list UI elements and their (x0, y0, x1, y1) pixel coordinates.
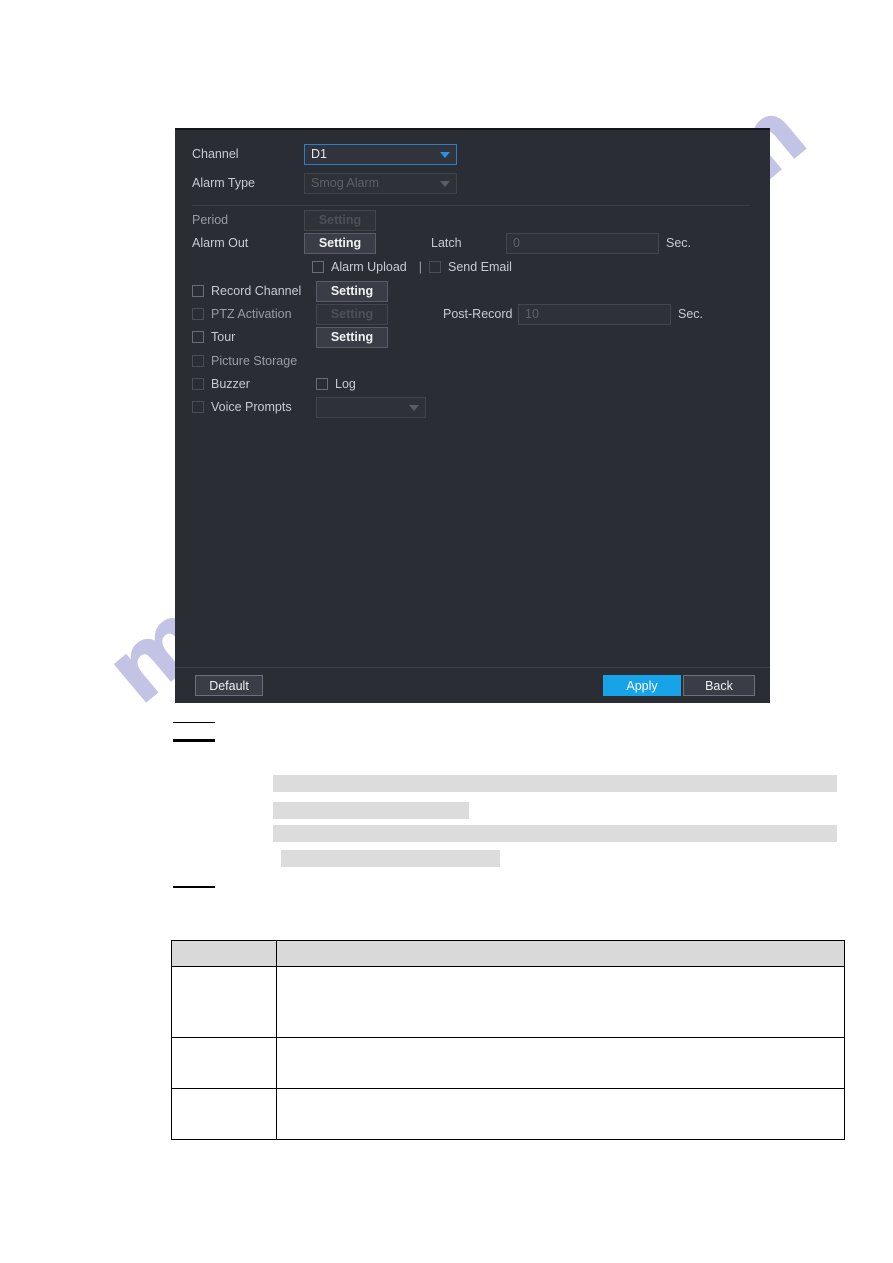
table-cell-description (275, 1088, 846, 1140)
field-row-picture-storage: Picture Storage (192, 350, 297, 372)
send-email-label: Send Email (447, 260, 512, 274)
tour-checkbox[interactable] (192, 331, 204, 343)
field-row-record-channel: Record Channel Setting (192, 280, 388, 302)
latch-unit: Sec. (666, 236, 692, 250)
record-channel-setting-button[interactable]: Setting (316, 280, 388, 302)
send-email-checkbox[interactable] (428, 261, 441, 273)
field-row-tour: Tour Setting (192, 326, 388, 348)
redacted-line (281, 850, 500, 867)
channel-select-value: D1 (311, 147, 327, 161)
field-row-buzzer-log: Buzzer Log (192, 373, 356, 395)
alarm-type-select-value: Smog Alarm (311, 176, 380, 190)
field-row-alarm-out: Alarm Out Setting Latch 0 Sec. (192, 232, 691, 254)
alarm-upload-checkbox[interactable] (312, 261, 324, 273)
tour-setting-button[interactable]: Setting (316, 326, 388, 348)
alarm-out-setting-button[interactable]: Setting (304, 232, 376, 254)
default-button[interactable]: Default (195, 675, 263, 696)
back-button[interactable]: Back (683, 675, 755, 696)
field-row-alarm-type: Alarm Type Smog Alarm (192, 172, 457, 194)
buzzer-label: Buzzer (211, 377, 250, 391)
log-checkbox[interactable] (316, 378, 328, 390)
field-row-upload-email: Alarm Upload | Send Email (312, 256, 512, 278)
section-rule-top (173, 722, 215, 723)
period-setting-button[interactable]: Setting (304, 209, 376, 231)
log-label: Log (335, 377, 356, 391)
table-header-row (171, 940, 846, 967)
parameter-description-table (171, 940, 846, 1140)
field-row-period: Period Setting (192, 209, 376, 231)
table-cell-parameter (171, 1088, 277, 1140)
post-record-unit: Sec. (678, 307, 704, 321)
redacted-line (273, 775, 837, 792)
chevron-down-icon (440, 181, 450, 187)
voice-prompts-select[interactable] (316, 396, 426, 418)
tour-label: Tour (211, 330, 236, 344)
voice-prompts-checkbox[interactable] (192, 401, 204, 413)
channel-label: Channel (192, 147, 239, 161)
chevron-down-icon (440, 152, 450, 158)
picture-storage-label: Picture Storage (211, 354, 298, 368)
buzzer-checkbox[interactable] (192, 378, 204, 390)
picture-storage-checkbox[interactable] (192, 355, 204, 367)
record-channel-checkbox[interactable] (192, 285, 204, 297)
dialog-body: Channel D1 Alarm Type Smog Alarm Period (175, 130, 770, 670)
voice-prompts-label: Voice Prompts (211, 400, 292, 414)
ptz-activation-checkbox[interactable] (192, 308, 204, 320)
alarm-upload-label: Alarm Upload (331, 260, 407, 274)
table-cell-parameter (171, 966, 277, 1038)
record-channel-label: Record Channel (211, 284, 302, 298)
redacted-line (273, 825, 837, 842)
field-row-ptz-activation: PTZ Activation Setting Post-Record 10 Se… (192, 303, 703, 325)
field-row-channel: Channel D1 (192, 143, 457, 165)
table-header-cell-parameter (171, 940, 277, 967)
alarm-out-label: Alarm Out (192, 236, 249, 250)
table-cell-description (275, 1037, 846, 1089)
dialog-footer: Default Apply Back (175, 667, 770, 703)
channel-select[interactable]: D1 (304, 143, 457, 165)
table-body (171, 966, 846, 1140)
period-label: Period (192, 213, 229, 227)
latch-input[interactable]: 0 (506, 232, 659, 254)
post-record-label: Post-Record (443, 307, 513, 321)
table-row (171, 1037, 846, 1089)
table-cell-parameter (171, 1037, 277, 1089)
table-cell-description (275, 966, 846, 1038)
table-row (171, 1088, 846, 1140)
section-rule-bottom (173, 886, 215, 888)
table-header-cell-description (275, 940, 846, 967)
table-row (171, 966, 846, 1038)
section-rule-second (173, 739, 215, 742)
alarm-type-select[interactable]: Smog Alarm (304, 172, 457, 194)
field-row-voice-prompts: Voice Prompts (192, 396, 426, 418)
alarm-settings-dialog: Channel D1 Alarm Type Smog Alarm Period (175, 128, 770, 703)
ptz-activation-label: PTZ Activation (211, 307, 292, 321)
post-record-input[interactable]: 10 (518, 303, 671, 325)
table-header (171, 940, 846, 967)
document-page: Channel D1 Alarm Type Smog Alarm Period (0, 0, 893, 1263)
ptz-activation-setting-button[interactable]: Setting (316, 303, 388, 325)
redacted-line (273, 802, 469, 819)
section-divider (192, 205, 750, 206)
latch-label: Latch (431, 236, 462, 250)
apply-button[interactable]: Apply (603, 675, 681, 696)
chevron-down-icon (409, 405, 419, 411)
alarm-type-label: Alarm Type (192, 176, 255, 190)
upload-email-separator: | (418, 260, 422, 274)
